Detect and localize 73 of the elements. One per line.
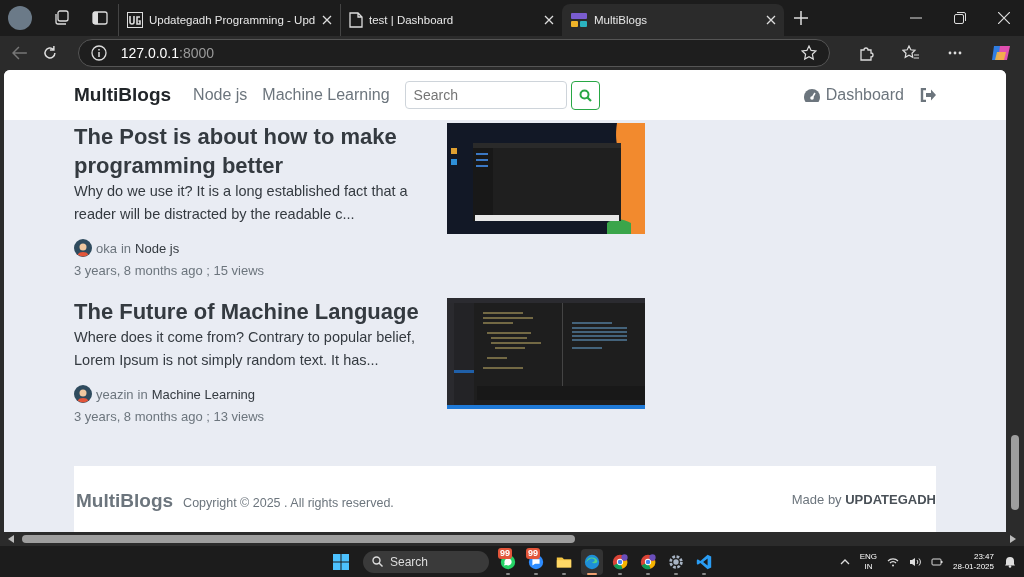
clock-date[interactable]: 28-01-2025 — [953, 561, 994, 572]
browser-icon — [639, 552, 657, 571]
taskbar-app[interactable]: 99 — [525, 548, 547, 575]
credit-text: Made by UPDATEGADH — [791, 491, 936, 507]
close-icon[interactable] — [544, 15, 554, 25]
post-title[interactable]: The Post is about how to make programming better — [74, 122, 430, 180]
site-brand[interactable]: MultiBlogs — [74, 84, 172, 106]
scroll-right-icon[interactable] — [1010, 535, 1016, 543]
restore-icon[interactable] — [954, 12, 966, 24]
blog-logo-icon — [570, 12, 588, 28]
browser-icon — [611, 552, 629, 571]
logo-icon — [127, 12, 143, 28]
dashboard-link[interactable]: Dashboard — [825, 86, 904, 104]
author-name: yeazin — [96, 386, 134, 402]
address-bar[interactable]: 127.0.0.1:8000 — [77, 39, 830, 67]
language-text[interactable]: ENG — [859, 551, 878, 562]
workspaces-icon[interactable] — [54, 10, 70, 26]
close-icon[interactable] — [766, 15, 776, 25]
scroll-left-icon[interactable] — [8, 535, 14, 543]
taskbar-app[interactable]: 99 — [497, 548, 519, 575]
clock-time[interactable]: 23:47 — [973, 551, 994, 562]
battery-icon[interactable] — [931, 556, 944, 567]
avatar-icon — [74, 385, 92, 403]
in-label: in — [137, 386, 148, 402]
browser-tab[interactable]: Updategadh Programming - Upd — [118, 4, 340, 36]
logout-icon[interactable] — [920, 88, 936, 102]
search-button[interactable] — [570, 80, 600, 110]
post-meta: 3 years, 8 months ago ; 13 views — [74, 408, 266, 426]
volume-icon[interactable] — [909, 556, 922, 567]
url-text: 127.0.0.1:8000 — [120, 45, 216, 61]
copyright-text: Copyright © 2025 . All rights reserved. — [183, 496, 394, 510]
profile-avatar[interactable] — [8, 6, 32, 30]
browser-tab[interactable]: MultiBlogs — [562, 4, 784, 36]
avatar-icon — [74, 239, 92, 257]
close-icon[interactable] — [322, 15, 332, 25]
post-title[interactable]: The Future of Machine Language — [74, 297, 430, 326]
taskbar-app[interactable] — [581, 548, 603, 575]
extensions-icon[interactable] — [858, 45, 874, 61]
author-name: oka — [96, 240, 117, 256]
new-tab-icon[interactable] — [794, 11, 808, 25]
dashboard-icon[interactable] — [802, 87, 821, 103]
more-icon[interactable] — [948, 51, 962, 55]
nav-link[interactable]: Node js — [193, 86, 248, 104]
close-icon[interactable] — [998, 12, 1010, 24]
category-link[interactable]: Node js — [135, 240, 180, 256]
search-icon — [372, 556, 383, 567]
post-meta: 3 years, 8 months ago ; 15 views — [74, 262, 266, 280]
search-icon — [578, 88, 592, 102]
page-icon — [349, 12, 363, 28]
start-icon[interactable] — [333, 553, 349, 570]
nav-link[interactable]: Machine Learning — [262, 86, 390, 104]
footer-brand: MultiBlogs — [76, 490, 174, 512]
post-excerpt: Where does it come from? Contrary to popular belief, Lorem Ipsum is not simply random text. It has... — [74, 328, 416, 370]
back-icon[interactable] — [12, 46, 28, 60]
count-badge: 99 — [498, 547, 512, 559]
bell-icon[interactable] — [1004, 555, 1016, 568]
info-icon[interactable] — [90, 45, 107, 61]
star-icon[interactable] — [801, 45, 817, 61]
code-editor-icon — [695, 552, 713, 571]
post-excerpt: Why do we use it? It is a long established fact that a reader will be distracted by the readable c... — [74, 182, 409, 224]
search-field[interactable]: Search — [404, 81, 567, 109]
region-text[interactable]: IN — [864, 561, 873, 572]
browser-icon — [583, 552, 601, 571]
wifi-icon[interactable] — [887, 556, 900, 567]
chevron-up-icon[interactable] — [839, 558, 850, 565]
category-link[interactable]: Machine Learning — [151, 386, 256, 402]
tab-actions-icon[interactable] — [92, 11, 108, 25]
gear-icon — [667, 552, 685, 571]
taskbar-search[interactable]: Search — [363, 550, 489, 573]
refresh-icon[interactable] — [41, 45, 58, 61]
favorites-icon[interactable] — [902, 45, 920, 61]
in-label: in — [120, 240, 132, 256]
count-badge: 99 — [526, 547, 540, 559]
